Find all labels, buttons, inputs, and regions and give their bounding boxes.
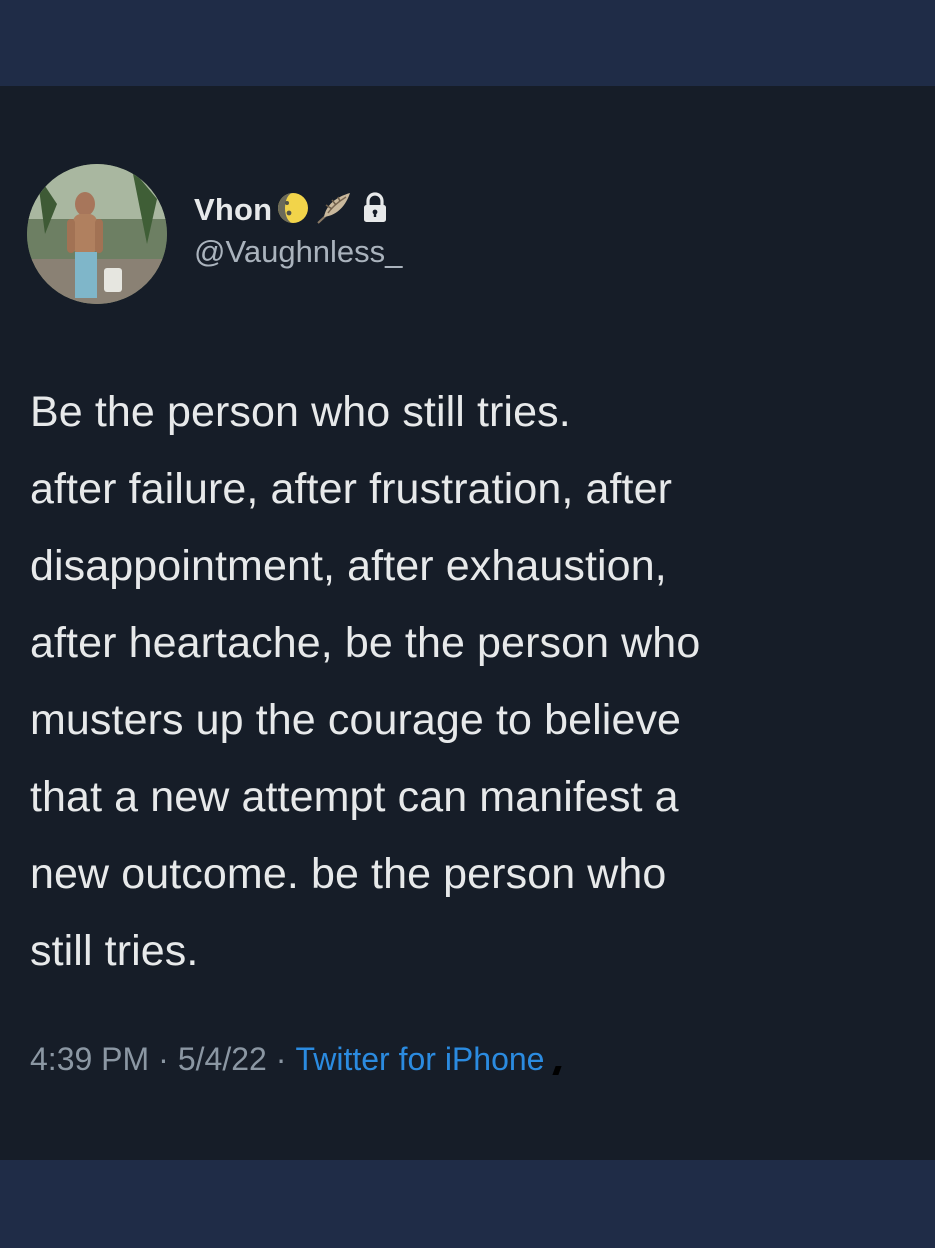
moon-emoji-icon <box>276 191 310 230</box>
meta-separator: · <box>275 1041 287 1077</box>
bottom-band <box>0 1160 935 1248</box>
tweet-text: Be the person who still tries. after fai… <box>30 388 701 975</box>
cursor-mark <box>552 1066 563 1075</box>
tweet-header: Vhon @Vaughnless_ <box>194 188 402 270</box>
name-row: Vhon <box>194 188 402 232</box>
handle[interactable]: @Vaughnless_ <box>194 234 402 270</box>
avatar-photo <box>27 164 167 304</box>
tweet-card: Vhon @Vaughnless_ Be the person who stil… <box>0 86 935 1160</box>
tweet-meta: 4:39 PM · 5/4/22 · Twitter for iPhone <box>30 1041 563 1078</box>
avatar[interactable] <box>27 164 167 304</box>
lock-icon <box>362 191 388 229</box>
top-band <box>0 0 935 86</box>
tweet-date[interactable]: 5/4/22 <box>178 1041 267 1078</box>
display-name[interactable]: Vhon <box>194 192 272 228</box>
meta-separator: · <box>158 1041 169 1077</box>
tweet-time[interactable]: 4:39 PM <box>30 1041 149 1078</box>
feather-emoji-icon <box>314 191 354 230</box>
tweet-source-link[interactable]: Twitter for iPhone <box>295 1041 544 1078</box>
